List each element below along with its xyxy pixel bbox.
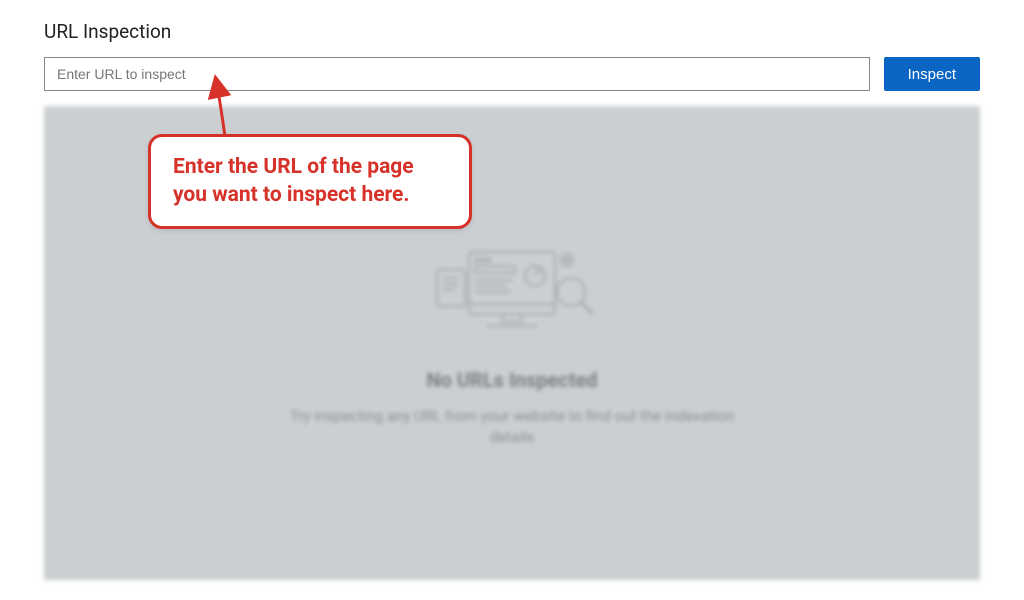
empty-state-illustration-icon <box>417 238 607 348</box>
annotation-callout: Enter the URL of the page you want to in… <box>148 134 472 229</box>
url-input[interactable] <box>44 57 870 91</box>
empty-state-content: No URLs Inspected Try inspecting any URL… <box>252 238 772 448</box>
inspect-button[interactable]: Inspect <box>884 57 980 91</box>
header: URL Inspection Inspect <box>0 0 1024 91</box>
empty-state-description: Try inspecting any URL from your website… <box>282 406 742 448</box>
page-title: URL Inspection <box>44 20 980 43</box>
empty-state-title: No URLs Inspected <box>252 368 772 392</box>
input-row: Inspect <box>44 57 980 91</box>
